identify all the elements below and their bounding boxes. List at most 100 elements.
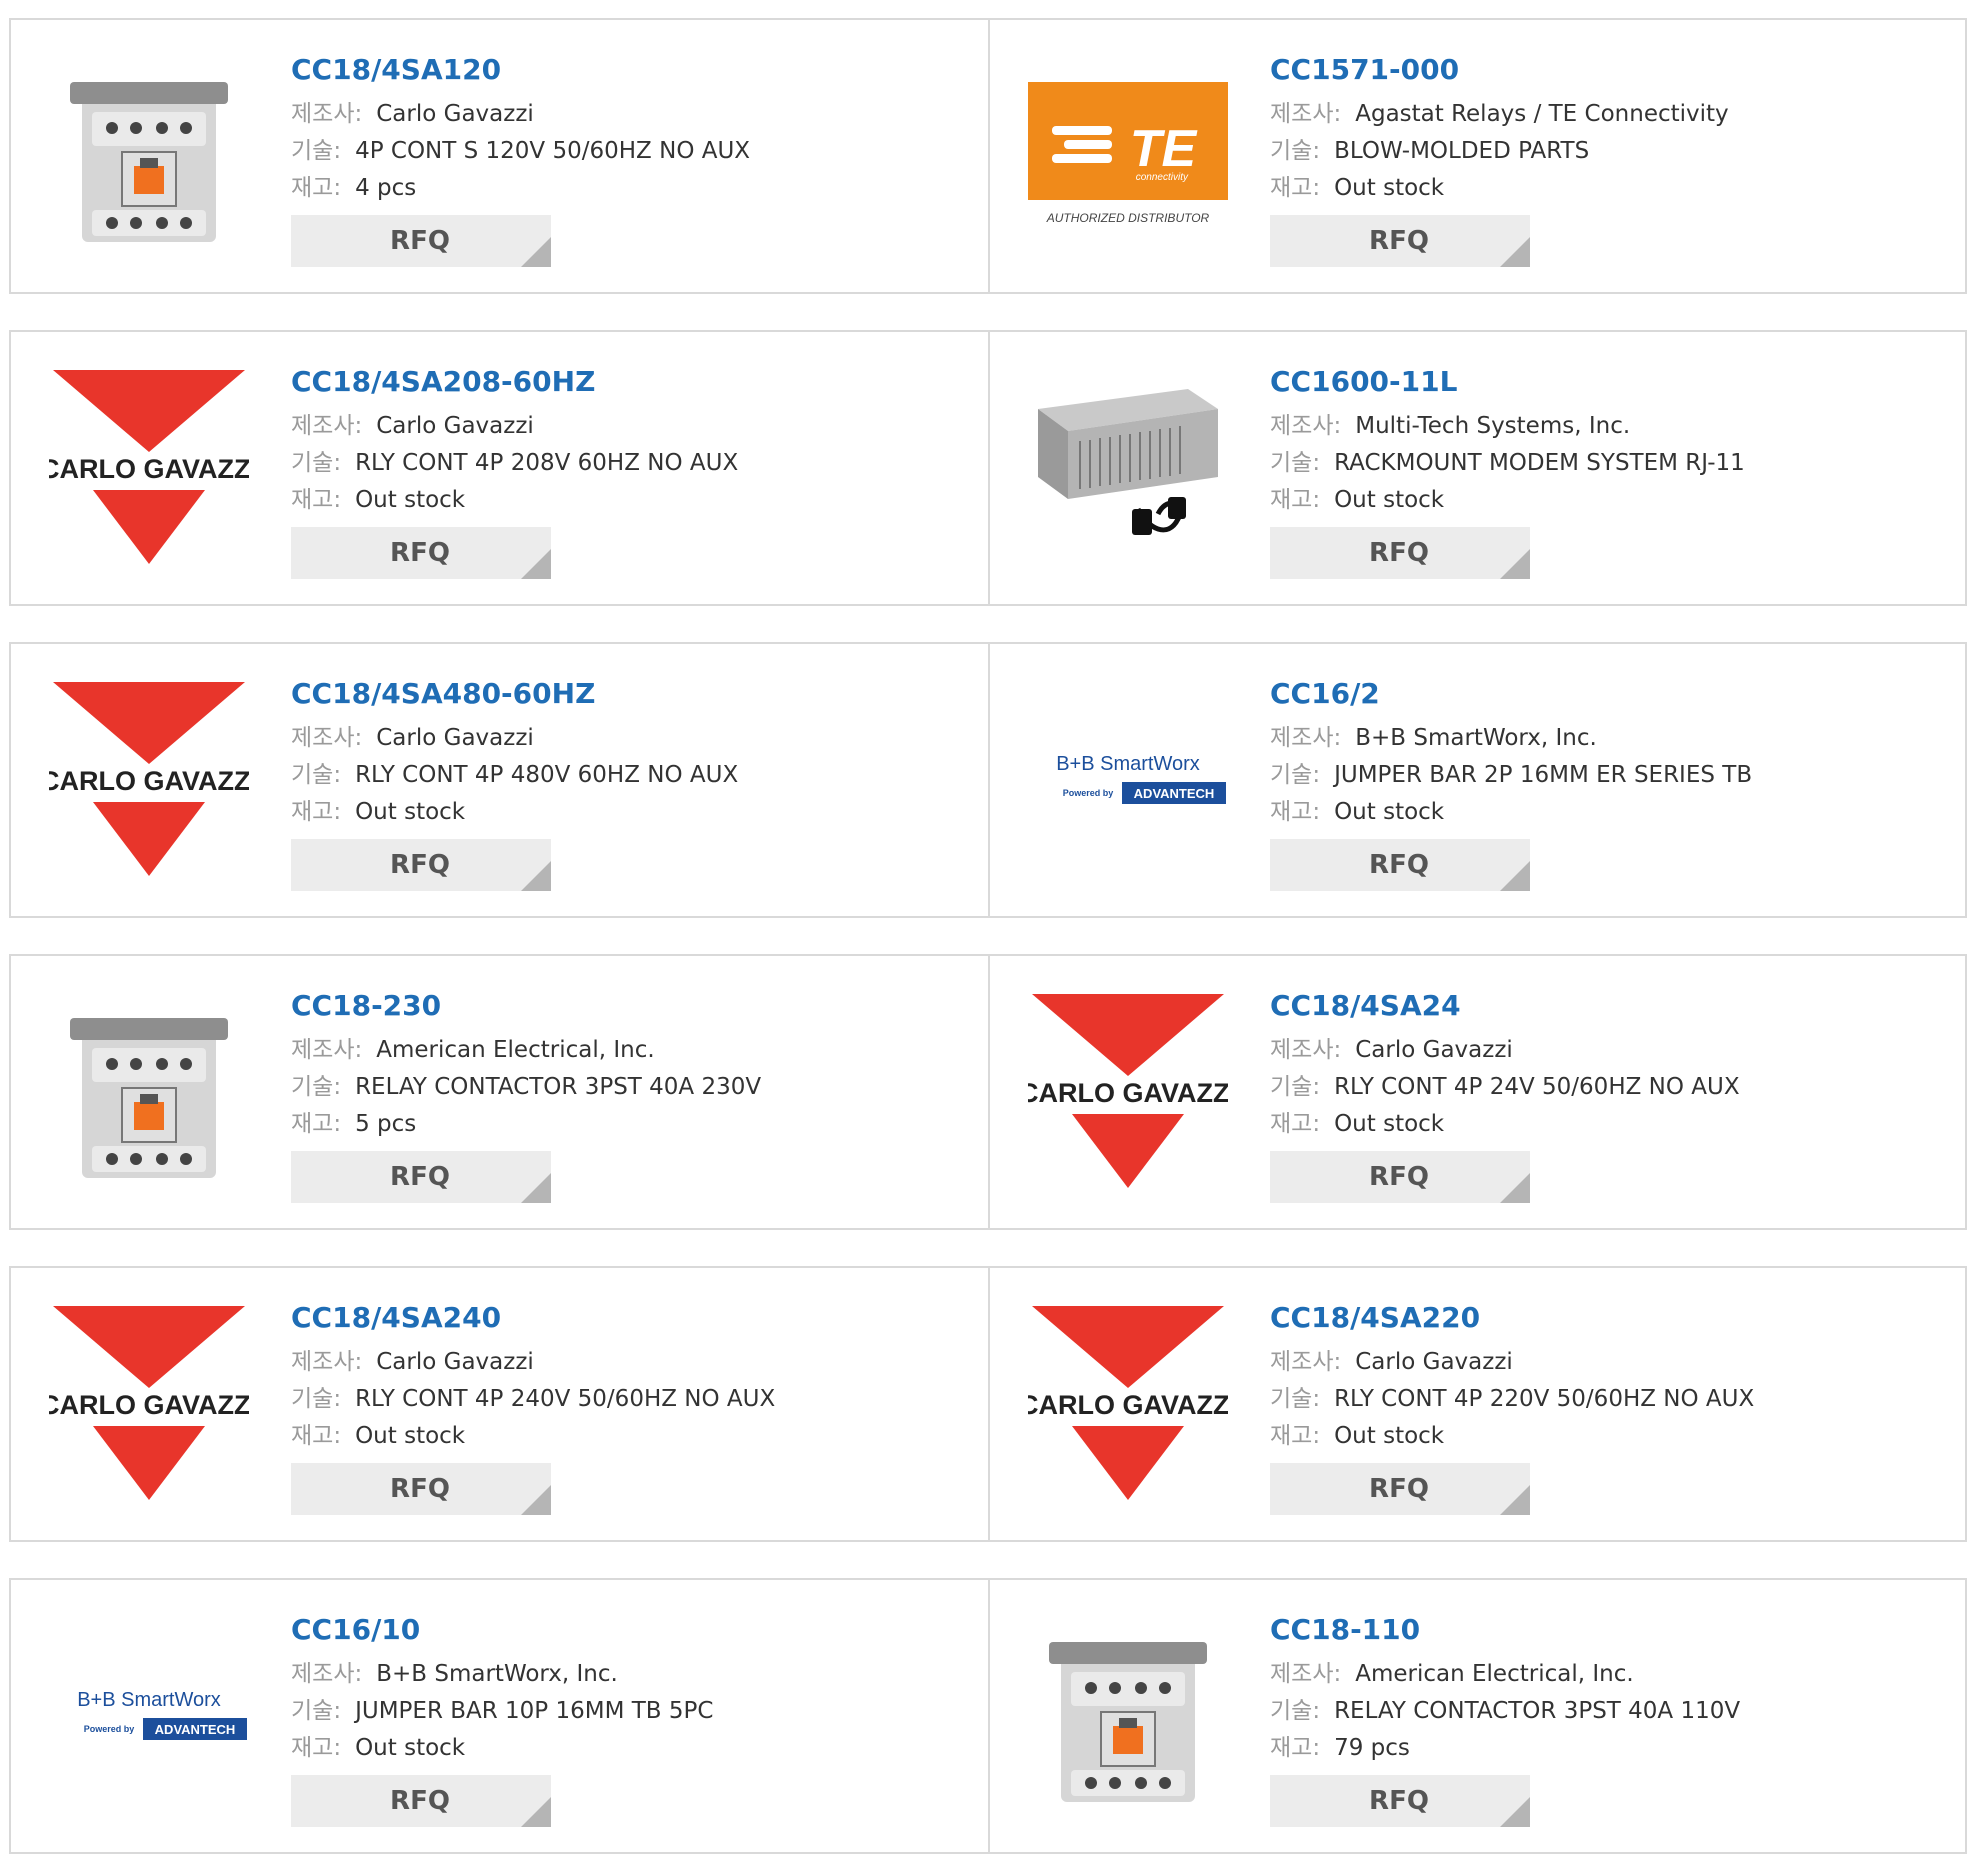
corner-fold-decoration [1500, 1485, 1530, 1515]
product-info: CC18/4SA480-60HZ 제조사: Carlo Gavazzi 기술: RLY … [291, 674, 738, 891]
stock-value: 4 pcs [355, 175, 417, 201]
manufacturer-line: 제조사: Carlo Gavazzi [291, 96, 750, 133]
product-thumbnail[interactable] [49, 54, 249, 260]
stock-label: 재고: [291, 799, 342, 825]
rfq-button-label: RFQ [1369, 850, 1429, 880]
manufacturer-value: B+B SmartWorx, Inc. [1355, 725, 1597, 751]
stock-value: 5 pcs [355, 1111, 417, 1137]
svg-text:B+B SmartWorx: B+B SmartWorx [77, 1689, 221, 1711]
manufacturer-value: Carlo Gavazzi [1355, 1349, 1513, 1375]
description-label: 기술: [1270, 138, 1321, 164]
part-number-link[interactable]: CC18/4SA24 [1270, 986, 1740, 1026]
product-thumbnail[interactable]: B+B SmartWorx Powered by ADVANTECH [49, 1614, 249, 1820]
carlo-gavazzi-logo: CARLO GAVAZZI [49, 370, 249, 564]
manufacturer-label: 제조사: [291, 725, 363, 751]
part-number-link[interactable]: CC18-230 [291, 986, 761, 1026]
description-label: 기술: [1270, 1698, 1321, 1724]
part-number-link[interactable]: CC18/4SA480-60HZ [291, 674, 738, 714]
part-number-link[interactable]: CC18/4SA120 [291, 50, 750, 90]
stock-line: 재고: Out stock [291, 1418, 775, 1455]
manufacturer-label: 제조사: [1270, 101, 1342, 127]
manufacturer-label: 제조사: [1270, 1349, 1342, 1375]
rfq-button[interactable]: RFQ [1270, 527, 1530, 579]
rfq-button[interactable]: RFQ [291, 215, 551, 267]
product-thumbnail[interactable]: CARLO GAVAZZI [49, 1302, 249, 1508]
svg-text:CARLO GAVAZZI: CARLO GAVAZZI [49, 766, 249, 796]
rfq-button[interactable]: RFQ [291, 839, 551, 891]
description-line: 기술: 4P CONT S 120V 50/60HZ NO AUX [291, 133, 750, 170]
product-card: CARLO GAVAZZI CC18/4SA220 제조사: Carlo Gavaz… [988, 1268, 1965, 1540]
stock-value: Out stock [355, 1423, 466, 1449]
stock-value: Out stock [1334, 1423, 1445, 1449]
part-number-link[interactable]: CC18-110 [1270, 1610, 1740, 1650]
description-label: 기술: [291, 762, 342, 788]
manufacturer-line: 제조사: Carlo Gavazzi [291, 408, 738, 445]
corner-fold-decoration [1500, 549, 1530, 579]
stock-label: 재고: [291, 1423, 342, 1449]
rfq-button-label: RFQ [1369, 1786, 1429, 1816]
part-number-link[interactable]: CC16/10 [291, 1610, 713, 1650]
part-number-link[interactable]: CC18/4SA208-60HZ [291, 362, 738, 402]
rfq-button[interactable]: RFQ [1270, 215, 1530, 267]
product-thumbnail[interactable] [1028, 1614, 1228, 1820]
product-thumbnail[interactable]: CARLO GAVAZZI [49, 678, 249, 884]
rfq-button[interactable]: RFQ [291, 527, 551, 579]
rfq-button-label: RFQ [1369, 226, 1429, 256]
stock-label: 재고: [1270, 487, 1321, 513]
svg-text:Powered by: Powered by [84, 1724, 135, 1734]
manufacturer-label: 제조사: [291, 1661, 363, 1687]
rfq-button[interactable]: RFQ [1270, 1463, 1530, 1515]
product-info: CC18/4SA120 제조사: Carlo Gavazzi 기술: 4P CONT S… [291, 50, 750, 267]
manufacturer-value: B+B SmartWorx, Inc. [376, 1661, 618, 1687]
manufacturer-line: 제조사: American Electrical, Inc. [1270, 1656, 1740, 1693]
product-card: CARLO GAVAZZI CC18/4SA208-60HZ 제조사: Carlo … [11, 332, 988, 604]
rfq-button[interactable]: RFQ [291, 1463, 551, 1515]
manufacturer-value: Carlo Gavazzi [376, 1349, 534, 1375]
product-thumbnail[interactable]: CARLO GAVAZZI [49, 366, 249, 572]
description-line: 기술: RLY CONT 4P 220V 50/60HZ NO AUX [1270, 1381, 1754, 1418]
product-info: CC18-230 제조사: American Electrical, Inc. 기술:… [291, 986, 761, 1203]
svg-text:CARLO GAVAZZI: CARLO GAVAZZI [49, 454, 249, 484]
contactor-product-image [70, 82, 228, 242]
stock-value: Out stock [355, 487, 466, 513]
part-number-link[interactable]: CC18/4SA240 [291, 1298, 775, 1338]
product-row: B+B SmartWorx Powered by ADVANTECH CC16/… [9, 1578, 1967, 1854]
description-value: JUMPER BAR 2P 16MM ER SERIES TB [1334, 762, 1753, 788]
bb-smartworx-logo: B+B SmartWorx Powered by ADVANTECH [1056, 753, 1226, 804]
rfq-button[interactable]: RFQ [1270, 839, 1530, 891]
stock-value: Out stock [1334, 487, 1445, 513]
product-thumbnail[interactable]: TE connectivity AUTHORIZED DISTRIBUTOR [1028, 54, 1228, 260]
corner-fold-decoration [1500, 1173, 1530, 1203]
description-label: 기술: [1270, 1386, 1321, 1412]
part-number-link[interactable]: CC1571-000 [1270, 50, 1729, 90]
rfq-button[interactable]: RFQ [291, 1151, 551, 1203]
product-thumbnail[interactable]: CARLO GAVAZZI [1028, 1302, 1228, 1508]
product-info: CC16/2 제조사: B+B SmartWorx, Inc. 기술: JUMPER B… [1270, 674, 1752, 891]
stock-label: 재고: [1270, 175, 1321, 201]
svg-text:CARLO GAVAZZI: CARLO GAVAZZI [1028, 1390, 1228, 1420]
part-number-link[interactable]: CC16/2 [1270, 674, 1752, 714]
stock-line: 재고: Out stock [291, 794, 738, 831]
stock-value: Out stock [1334, 175, 1445, 201]
description-value: RLY CONT 4P 480V 60HZ NO AUX [355, 762, 739, 788]
part-number-link[interactable]: CC1600-11L [1270, 362, 1745, 402]
description-line: 기술: RLY CONT 4P 480V 60HZ NO AUX [291, 757, 738, 794]
rfq-button[interactable]: RFQ [291, 1775, 551, 1827]
description-line: 기술: RACKMOUNT MODEM SYSTEM RJ-11 [1270, 445, 1745, 482]
description-line: 기술: BLOW-MOLDED PARTS [1270, 133, 1729, 170]
part-number-link[interactable]: CC18/4SA220 [1270, 1298, 1754, 1338]
rfq-button[interactable]: RFQ [1270, 1151, 1530, 1203]
stock-value: Out stock [355, 1735, 466, 1761]
manufacturer-line: 제조사: B+B SmartWorx, Inc. [291, 1656, 713, 1693]
rfq-button-label: RFQ [390, 1162, 450, 1192]
stock-label: 재고: [291, 1735, 342, 1761]
rfq-button[interactable]: RFQ [1270, 1775, 1530, 1827]
manufacturer-value: Carlo Gavazzi [1355, 1037, 1513, 1063]
product-thumbnail[interactable] [1028, 366, 1228, 572]
product-thumbnail[interactable] [49, 990, 249, 1196]
te-connectivity-logo: TE connectivity AUTHORIZED DISTRIBUTOR [1028, 82, 1228, 225]
product-thumbnail[interactable]: CARLO GAVAZZI [1028, 990, 1228, 1196]
carlo-gavazzi-logo: CARLO GAVAZZI [49, 1306, 249, 1500]
svg-text:Powered by: Powered by [1063, 788, 1114, 798]
product-thumbnail[interactable]: B+B SmartWorx Powered by ADVANTECH [1028, 678, 1228, 884]
